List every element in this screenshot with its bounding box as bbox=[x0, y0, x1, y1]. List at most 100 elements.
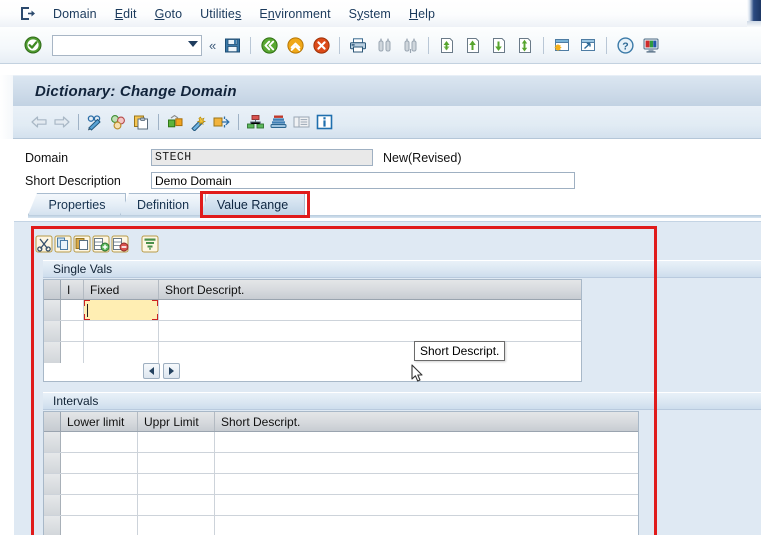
row-selector[interactable] bbox=[44, 321, 61, 341]
scroll-right-icon[interactable] bbox=[163, 363, 180, 379]
column-header-upper-limit[interactable]: Uppr Limit bbox=[138, 412, 215, 431]
next-page-icon[interactable] bbox=[486, 32, 512, 58]
insert-row-icon[interactable] bbox=[91, 234, 110, 253]
menu-item-system[interactable]: System bbox=[340, 4, 400, 24]
cell-short-descript[interactable] bbox=[215, 432, 638, 452]
cell-fixed[interactable] bbox=[84, 342, 159, 363]
create-shortcut-icon[interactable] bbox=[575, 32, 601, 58]
last-page-icon[interactable] bbox=[512, 32, 538, 58]
column-header-short-descript[interactable]: Short Descript. bbox=[215, 412, 638, 431]
table-row[interactable] bbox=[44, 474, 638, 495]
info-icon[interactable] bbox=[313, 111, 336, 134]
cell-lower-limit[interactable] bbox=[61, 495, 138, 515]
short-description-input[interactable] bbox=[151, 172, 575, 189]
back-icon[interactable] bbox=[256, 32, 282, 58]
cell-lower-limit[interactable] bbox=[61, 432, 138, 452]
copy-object-icon[interactable] bbox=[130, 111, 153, 134]
activate-icon[interactable] bbox=[164, 111, 187, 134]
create-session-icon[interactable] bbox=[549, 32, 575, 58]
chevron-down-icon[interactable] bbox=[188, 40, 198, 47]
column-header-lower-limit[interactable]: Lower limit bbox=[61, 412, 138, 431]
tab-properties[interactable]: Properties bbox=[28, 193, 126, 215]
back-arrow-icon[interactable] bbox=[27, 111, 50, 134]
print-icon[interactable] bbox=[345, 32, 371, 58]
save-icon[interactable] bbox=[219, 32, 245, 58]
cell-upper-limit[interactable] bbox=[138, 453, 215, 473]
display-change-icon[interactable] bbox=[84, 111, 107, 134]
tab-value-range[interactable]: Value Range bbox=[200, 193, 305, 215]
command-field[interactable] bbox=[52, 34, 202, 56]
help-icon[interactable]: ? bbox=[612, 32, 638, 58]
row-selector[interactable] bbox=[44, 495, 61, 515]
cancel-icon[interactable] bbox=[308, 32, 334, 58]
green-check-icon[interactable] bbox=[20, 32, 46, 58]
stack-layers-icon[interactable] bbox=[267, 111, 290, 134]
tab-definition[interactable]: Definition bbox=[120, 193, 206, 215]
paste-icon[interactable] bbox=[72, 234, 91, 253]
table-row[interactable] bbox=[44, 300, 581, 321]
command-input[interactable] bbox=[53, 37, 179, 53]
cell-lower-limit[interactable] bbox=[61, 474, 138, 494]
cut-icon[interactable] bbox=[34, 234, 53, 253]
cell-i[interactable] bbox=[61, 342, 84, 363]
table-row[interactable] bbox=[44, 495, 638, 516]
previous-page-icon[interactable] bbox=[460, 32, 486, 58]
menu-item-domain[interactable]: Domain bbox=[44, 4, 106, 24]
row-selector[interactable] bbox=[44, 516, 61, 535]
row-selector[interactable] bbox=[44, 342, 61, 363]
exit-icon[interactable] bbox=[282, 32, 308, 58]
cell-short-descript[interactable] bbox=[215, 453, 638, 473]
cell-lower-limit[interactable] bbox=[61, 453, 138, 473]
menu-item-goto[interactable]: Goto bbox=[146, 4, 192, 24]
column-header-fixed[interactable]: Fixed bbox=[84, 280, 159, 299]
menu-item-help[interactable]: Help bbox=[400, 4, 444, 24]
find-next-icon[interactable] bbox=[397, 32, 423, 58]
table-row[interactable] bbox=[44, 453, 638, 474]
cell-i[interactable] bbox=[61, 321, 84, 341]
cell-upper-limit[interactable] bbox=[138, 474, 215, 494]
cell-short-descript[interactable] bbox=[159, 342, 581, 363]
column-header-i[interactable]: I bbox=[61, 280, 84, 299]
cell-short-descript[interactable] bbox=[215, 495, 638, 515]
cell-upper-limit[interactable] bbox=[138, 432, 215, 452]
cell-short-descript[interactable] bbox=[159, 321, 581, 341]
menu-item-utilities[interactable]: Utilities bbox=[191, 4, 250, 24]
column-header-short-descript[interactable]: Short Descript. bbox=[159, 280, 581, 299]
list-icon[interactable] bbox=[290, 111, 313, 134]
cell-short-descript[interactable] bbox=[215, 516, 638, 535]
where-used-list-icon[interactable] bbox=[107, 111, 130, 134]
hierarchy-icon[interactable] bbox=[244, 111, 267, 134]
row-selector[interactable] bbox=[44, 453, 61, 473]
customize-local-layout-icon[interactable] bbox=[638, 32, 664, 58]
table-row[interactable] bbox=[44, 321, 581, 342]
cell-fixed-active[interactable] bbox=[84, 300, 159, 320]
row-selector[interactable] bbox=[44, 300, 61, 320]
copy-icon[interactable] bbox=[53, 234, 72, 253]
exit-door-icon[interactable] bbox=[12, 1, 44, 27]
filter-icon[interactable] bbox=[140, 234, 159, 253]
column-header-rowselect[interactable] bbox=[44, 412, 61, 431]
cell-i[interactable] bbox=[61, 300, 84, 320]
table-row[interactable] bbox=[44, 432, 638, 453]
forward-arrow-icon[interactable] bbox=[50, 111, 73, 134]
first-page-icon[interactable] bbox=[434, 32, 460, 58]
expand-object-icon[interactable] bbox=[210, 111, 233, 134]
row-selector[interactable] bbox=[44, 474, 61, 494]
cell-short-descript[interactable] bbox=[159, 300, 581, 320]
cell-fixed[interactable] bbox=[84, 321, 159, 341]
generate-icon[interactable] bbox=[187, 111, 210, 134]
column-header-rowselect[interactable] bbox=[44, 280, 61, 299]
menu-item-environment[interactable]: Environment bbox=[250, 4, 339, 24]
delete-row-icon[interactable] bbox=[110, 234, 129, 253]
cell-upper-limit[interactable] bbox=[138, 495, 215, 515]
scroll-left-icon[interactable] bbox=[143, 363, 160, 379]
domain-input[interactable] bbox=[151, 149, 373, 166]
collapse-toolbar-button[interactable]: « bbox=[206, 38, 219, 53]
find-icon[interactable] bbox=[371, 32, 397, 58]
cell-lower-limit[interactable] bbox=[61, 516, 138, 535]
menu-item-edit[interactable]: Edit bbox=[106, 4, 146, 24]
cell-short-descript[interactable] bbox=[215, 474, 638, 494]
table-row[interactable] bbox=[44, 516, 638, 535]
row-selector[interactable] bbox=[44, 432, 61, 452]
cell-upper-limit[interactable] bbox=[138, 516, 215, 535]
